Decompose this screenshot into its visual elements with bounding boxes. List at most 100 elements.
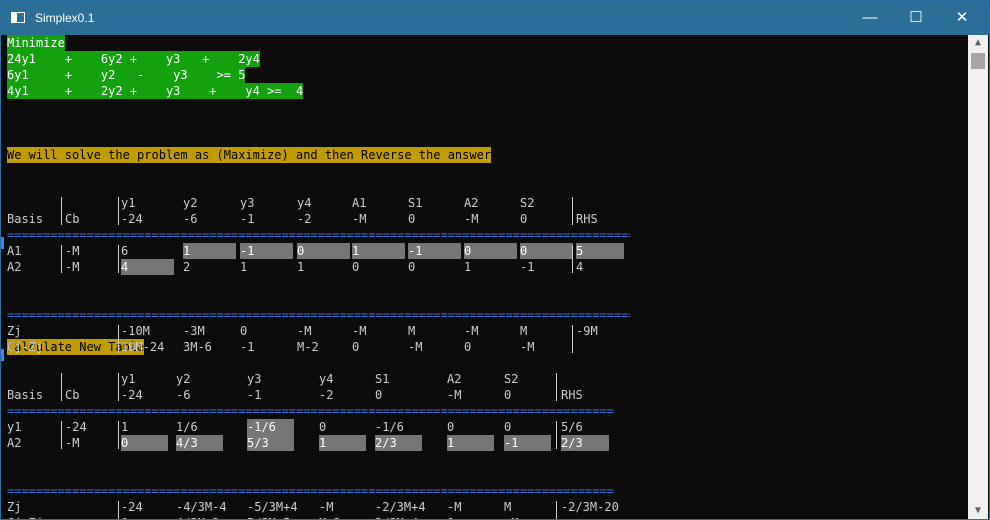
tableau-1-cell: 6 (121, 244, 129, 258)
tableau-2-header-cost: 0 (504, 388, 512, 402)
tableau-2-header-cost: 0 (375, 388, 383, 402)
tableau-1-cell: 4 (576, 260, 584, 274)
constraint-1: 6y1 + y2 - y3 >= 5 (7, 67, 246, 83)
column-divider (572, 325, 573, 353)
tableau-2-cell: 2/3 (375, 435, 422, 451)
console-output[interactable]: Minimize 24y1 + 6y2 + y3 + 2y4 6y1 + y2 … (1, 35, 969, 519)
column-divider (118, 325, 119, 353)
tableau-1-zj-value: -M (464, 324, 479, 338)
tableau-1-cell: 4 (121, 259, 174, 275)
tableau-1-header-cost: 0 (520, 212, 528, 226)
tableau-1-zj-value: -M (352, 324, 367, 338)
tableau-1-cell: 2 (183, 260, 191, 274)
tableau-2-cjzj-value: M-2 (319, 515, 341, 519)
tableau-1-header-cost: 0 (408, 212, 416, 226)
tableau-1-cell: 5 (576, 243, 624, 259)
tableau-1-zj-value: M (520, 324, 528, 338)
tableau-1-cell: 0 (520, 243, 573, 259)
tableau-1-cb: -M (65, 260, 80, 274)
tableau-2-cell: 1/6 (176, 420, 198, 434)
tableau-2-cb: -M (65, 436, 80, 450)
tableau-2-header-cost: Basis (7, 388, 44, 402)
tableau-1-header-var: A1 (352, 196, 367, 210)
tableau-1-cjzj-value: 3M-6 (183, 340, 212, 354)
objective-label: Minimize (7, 35, 65, 51)
tableau-2-cell: 2/3 (561, 435, 609, 451)
tableau-1-cell: 1 (240, 260, 248, 274)
tableau-1-cell: 0 (297, 243, 350, 259)
tableau-2-zj-value: -2/3M-20 (561, 500, 619, 514)
tableau-1-header-cost: -24 (121, 212, 143, 226)
tableau-1-header-var: y2 (183, 196, 198, 210)
tableau-2-zj-value: M (504, 500, 512, 514)
tableau-2-separator: ========================================… (7, 484, 614, 498)
tableau-2-header-var: y3 (247, 372, 262, 386)
scroll-thumb[interactable] (971, 53, 985, 69)
tableau-1-cell: 1 (352, 243, 405, 259)
tableau-2-cell: 0 (504, 420, 512, 434)
tableau-1-header-var: y3 (240, 196, 255, 210)
tableau-1-header-cost: Cb (65, 212, 80, 226)
tableau-2-header-var: S2 (504, 372, 519, 386)
tableau-1-zj-value: M (408, 324, 416, 338)
tableau-1-cell: 0 (464, 243, 517, 259)
tableau-2-cell: 1 (319, 435, 366, 451)
left-edge-marker (1, 349, 4, 361)
column-divider (572, 197, 573, 225)
left-edge-marker (1, 237, 4, 249)
vertical-scrollbar[interactable]: ▲ ▼ (968, 35, 988, 519)
objective-function: 24y1 + 6y2 + y3 + 2y4 (7, 51, 260, 67)
tableau-1-header-cost: RHS (576, 212, 598, 226)
tableau-1-cjzj-value: 10M-24 (121, 340, 165, 354)
column-divider (556, 421, 557, 449)
tableau-1-cjzj-value: -M (408, 340, 423, 354)
minimize-button[interactable]: — (847, 1, 893, 35)
scroll-up-icon[interactable]: ▲ (968, 35, 988, 51)
tableau-2-cell: 0 (319, 420, 327, 434)
tableau-1-cell: 0 (408, 260, 416, 274)
tableau-1-header-var: S1 (408, 196, 423, 210)
column-divider (556, 501, 557, 519)
tableau-2-header-cost: -M (447, 388, 462, 402)
maximize-button[interactable]: ☐ (893, 1, 939, 35)
column-divider (61, 421, 62, 449)
tableau-2-cjzj-value: 0 (447, 515, 454, 519)
tableau-2-basis: y1 (7, 420, 22, 434)
tableau-1-zj-value: -10M (121, 324, 150, 338)
column-divider (118, 421, 119, 449)
tableau-2-cell: -1/6 (375, 420, 404, 434)
console-app-icon (11, 12, 25, 23)
tableau-2-cell: 4/3 (176, 435, 223, 451)
tableau-1-header-cost: -2 (297, 212, 312, 226)
tableau-2-header-cost: -1 (247, 388, 262, 402)
tableau-1-cjzj-value: -M (520, 340, 535, 354)
tableau-1-header-var: S2 (520, 196, 535, 210)
column-divider (118, 245, 119, 273)
tableau-1-cb: -M (65, 244, 80, 258)
tableau-1-zj-value: -9M (576, 324, 598, 338)
tableau-1-header-cost: Basis (7, 212, 44, 226)
tableau-1-cell: -1 (520, 260, 535, 274)
tableau-1-zj-value: -M (297, 324, 312, 338)
tableau-2-cell: 1 (121, 420, 129, 434)
tableau-2-zj-value: -5/3M+4 (247, 500, 298, 514)
tableau-1-header-var: y4 (297, 196, 312, 210)
tableau-2-header-var: y1 (121, 372, 136, 386)
tableau-2-zj-label: Zj (7, 500, 22, 514)
tableau-1-separator: ========================================… (7, 228, 630, 242)
tableau-2-cell: 1 (447, 435, 494, 451)
tableau-1-cell: -1 (240, 243, 293, 259)
tableau-1-zj-value: -3M (183, 324, 205, 338)
tableau-1-header-var: y1 (121, 196, 136, 210)
column-divider (572, 245, 573, 273)
tableau-1-header-var: A2 (464, 196, 479, 210)
tableau-2-cell: 0 (447, 420, 455, 434)
title-bar[interactable]: Simplex0.1 — ☐ ✕ (1, 1, 989, 35)
tableau-2-zj-value: -M (319, 500, 334, 514)
scroll-down-icon[interactable]: ▼ (968, 503, 988, 519)
close-button[interactable]: ✕ (939, 1, 985, 35)
column-divider (118, 197, 119, 225)
tableau-1-header-cost: -M (464, 212, 479, 226)
tableau-1-basis: A2 (7, 260, 22, 274)
tableau-2-cjzj-value: 2/3M-4 (375, 515, 418, 519)
